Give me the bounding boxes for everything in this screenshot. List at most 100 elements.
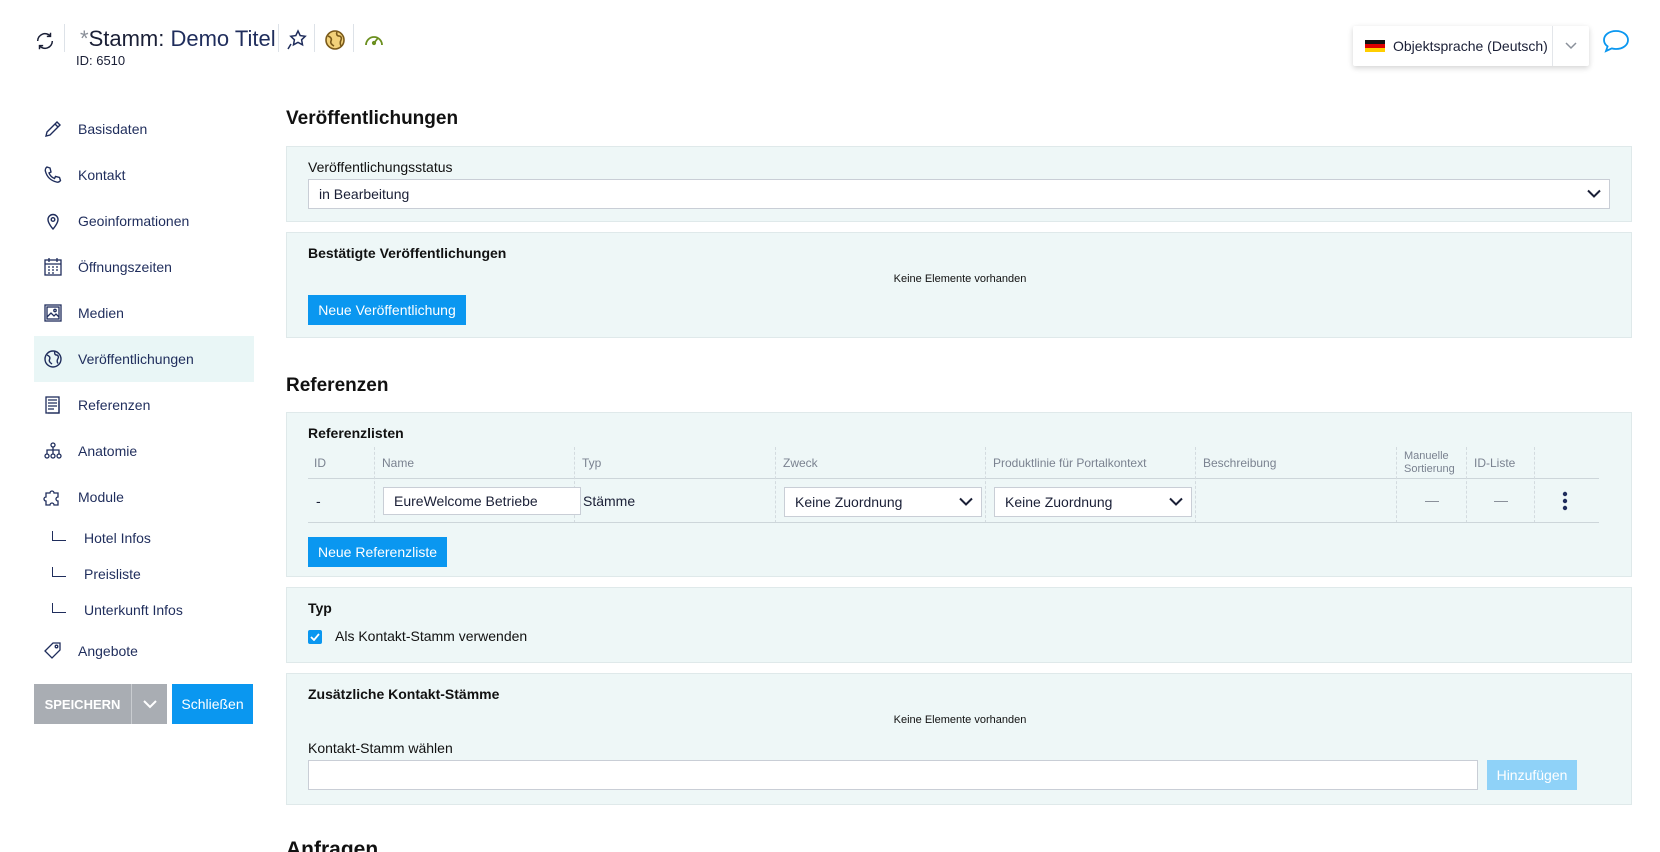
sidebar-item-oeffnungszeiten[interactable]: Öffnungszeiten bbox=[34, 244, 254, 290]
tree-branch-icon bbox=[52, 567, 66, 577]
empty-state: Keine Elemente vorhanden bbox=[893, 714, 1027, 726]
produktlinie-select[interactable]: Keine Zuordnung bbox=[994, 487, 1192, 517]
column-header-zweck[interactable]: Zweck bbox=[777, 447, 975, 479]
reference-lists-panel: Referenzlisten ID Name Typ Zweck Produkt… bbox=[286, 412, 1632, 577]
header-divider bbox=[314, 24, 315, 52]
tree-branch-icon bbox=[52, 603, 66, 613]
table-header: ID Name Typ Zweck Produktlinie für Porta… bbox=[308, 447, 1599, 523]
chevron-down-icon bbox=[142, 699, 157, 708]
sidebar-subitem-preisliste[interactable]: Preisliste bbox=[34, 556, 254, 592]
column-header-id[interactable]: ID bbox=[308, 447, 374, 479]
header-divider bbox=[64, 24, 65, 52]
column-header-beschreibung[interactable]: Beschreibung bbox=[1197, 447, 1395, 479]
title-text: Demo Titel bbox=[170, 26, 276, 51]
sidebar-subitem-label: Unterkunft Infos bbox=[84, 602, 183, 618]
sidebar-subitem-hotel-infos[interactable]: Hotel Infos bbox=[34, 520, 254, 556]
sidebar-item-kontakt[interactable]: Kontakt bbox=[34, 152, 254, 198]
column-header-typ[interactable]: Typ bbox=[576, 447, 774, 479]
sidebar-item-veroeffentlichungen[interactable]: Veröffentlichungen bbox=[34, 336, 254, 382]
pencil-icon bbox=[42, 118, 64, 140]
sidebar-item-label: Kontakt bbox=[78, 167, 126, 183]
add-button[interactable]: Hinzufügen bbox=[1487, 760, 1577, 790]
sidebar-item-basisdaten[interactable]: Basisdaten bbox=[34, 106, 254, 152]
id-list-empty bbox=[1494, 479, 1508, 523]
app-header: *Stamm: Demo Titel ID: 6510 Objektsprach… bbox=[0, 0, 1660, 90]
section-title-publications: Veröffentlichungen bbox=[286, 108, 459, 129]
puzzle-icon bbox=[42, 486, 64, 508]
language-selector[interactable]: Objektsprache (Deutsch) bbox=[1353, 26, 1589, 66]
globe-icon bbox=[42, 348, 64, 370]
checkbox-label[interactable]: Als Kontakt-Stamm verwenden bbox=[335, 628, 527, 644]
sidebar-item-medien[interactable]: Medien bbox=[34, 290, 254, 336]
star-pin-icon[interactable] bbox=[285, 28, 309, 52]
sidebar-item-label: Basisdaten bbox=[78, 121, 148, 137]
unsaved-indicator: * bbox=[80, 26, 89, 51]
column-header-produktlinie[interactable]: Produktlinie für Portalkontext bbox=[987, 447, 1185, 479]
save-options-button[interactable] bbox=[132, 684, 167, 724]
calendar-icon bbox=[42, 256, 64, 278]
additional-contacts-panel: Zusätzliche Kontakt-Stämme Keine Element… bbox=[286, 673, 1632, 805]
language-label: Objektsprache (Deutsch) bbox=[1393, 38, 1548, 54]
zweck-select[interactable]: Keine Zuordnung bbox=[784, 487, 982, 517]
chat-icon[interactable] bbox=[1601, 28, 1631, 54]
column-header-id-list[interactable]: ID-Liste bbox=[1468, 447, 1534, 479]
select-value: in Bearbeitung bbox=[319, 186, 410, 202]
close-button[interactable]: Schließen bbox=[172, 684, 253, 724]
title-prefix: Stamm: bbox=[88, 26, 165, 51]
column-header-name[interactable]: Name bbox=[376, 447, 574, 479]
select-value: Keine Zuordnung bbox=[1005, 494, 1113, 510]
contact-stamm-checkbox[interactable] bbox=[308, 630, 322, 644]
confirmed-publications-panel: Bestätigte Veröffentlichungen Keine Elem… bbox=[286, 232, 1632, 338]
chevron-down-icon bbox=[959, 497, 973, 506]
header-divider bbox=[353, 24, 354, 52]
sidebar-item-label: Öffnungszeiten bbox=[78, 259, 172, 275]
choose-contact-label: Kontakt-Stamm wählen bbox=[308, 740, 453, 756]
table-row: - EureWelcome Betriebe Stämme Keine Zuor… bbox=[308, 479, 1599, 523]
german-flag-icon bbox=[1365, 39, 1385, 53]
globe-icon[interactable] bbox=[323, 28, 347, 52]
sidebar: Basisdaten Kontakt Geoinformationen Öffn… bbox=[34, 106, 254, 724]
empty-state: Keine Elemente vorhanden bbox=[893, 273, 1027, 285]
chevron-down-icon bbox=[1169, 497, 1183, 506]
reference-name-input[interactable]: EureWelcome Betriebe bbox=[383, 487, 581, 515]
sidebar-item-label: Veröffentlichungen bbox=[78, 351, 194, 367]
status-label: Veröffentlichungsstatus bbox=[308, 159, 453, 175]
reference-lists-label: Referenzlisten bbox=[308, 425, 404, 441]
sidebar-item-label: Angebote bbox=[78, 643, 138, 659]
sidebar-item-label: Medien bbox=[78, 305, 124, 321]
chevron-down-icon[interactable] bbox=[1553, 26, 1589, 66]
refresh-icon[interactable] bbox=[34, 30, 56, 52]
sidebar-item-referenzen[interactable]: Referenzen bbox=[34, 382, 254, 428]
sidebar-subitem-label: Hotel Infos bbox=[84, 530, 151, 546]
input-value: EureWelcome Betriebe bbox=[394, 493, 538, 509]
sidebar-item-geoinformationen[interactable]: Geoinformationen bbox=[34, 198, 254, 244]
publication-status-select[interactable]: in Bearbeitung bbox=[308, 179, 1610, 209]
page-title: *Stamm: Demo Titel bbox=[80, 26, 276, 52]
sidebar-subitem-unterkunft-infos[interactable]: Unterkunft Infos bbox=[34, 592, 254, 628]
type-label: Typ bbox=[308, 600, 332, 616]
sidebar-subitem-label: Preisliste bbox=[84, 566, 141, 582]
more-options-icon[interactable] bbox=[1562, 479, 1568, 523]
publication-status-panel: Veröffentlichungsstatus in Bearbeitung bbox=[286, 146, 1632, 222]
map-pin-icon bbox=[42, 210, 64, 232]
sidebar-item-angebote[interactable]: Angebote bbox=[34, 628, 254, 674]
image-icon bbox=[42, 302, 64, 324]
contact-stamm-input[interactable] bbox=[308, 760, 1478, 790]
section-title-next: Anfragen bbox=[286, 838, 379, 852]
sidebar-item-label: Anatomie bbox=[78, 443, 138, 459]
cell-id: - bbox=[316, 493, 321, 509]
additional-contacts-label: Zusätzliche Kontakt-Stämme bbox=[308, 686, 500, 702]
save-actions: SPEICHERN Schließen bbox=[34, 684, 254, 724]
sidebar-item-label: Referenzen bbox=[78, 397, 151, 413]
new-publication-button[interactable]: Neue Veröffentlichung bbox=[308, 295, 466, 325]
save-button[interactable]: SPEICHERN bbox=[34, 684, 132, 724]
sidebar-item-module[interactable]: Module bbox=[34, 474, 254, 520]
cell-typ: Stämme bbox=[583, 493, 636, 509]
new-reference-list-button[interactable]: Neue Referenzliste bbox=[308, 537, 447, 567]
speedometer-icon[interactable] bbox=[362, 28, 386, 52]
tree-branch-icon bbox=[52, 531, 66, 541]
sidebar-item-anatomie[interactable]: Anatomie bbox=[34, 428, 254, 474]
column-header-manual-sort[interactable]: Manuelle Sortierung bbox=[1398, 447, 1466, 479]
manual-sort-empty bbox=[1425, 479, 1439, 523]
tag-icon bbox=[42, 640, 64, 662]
